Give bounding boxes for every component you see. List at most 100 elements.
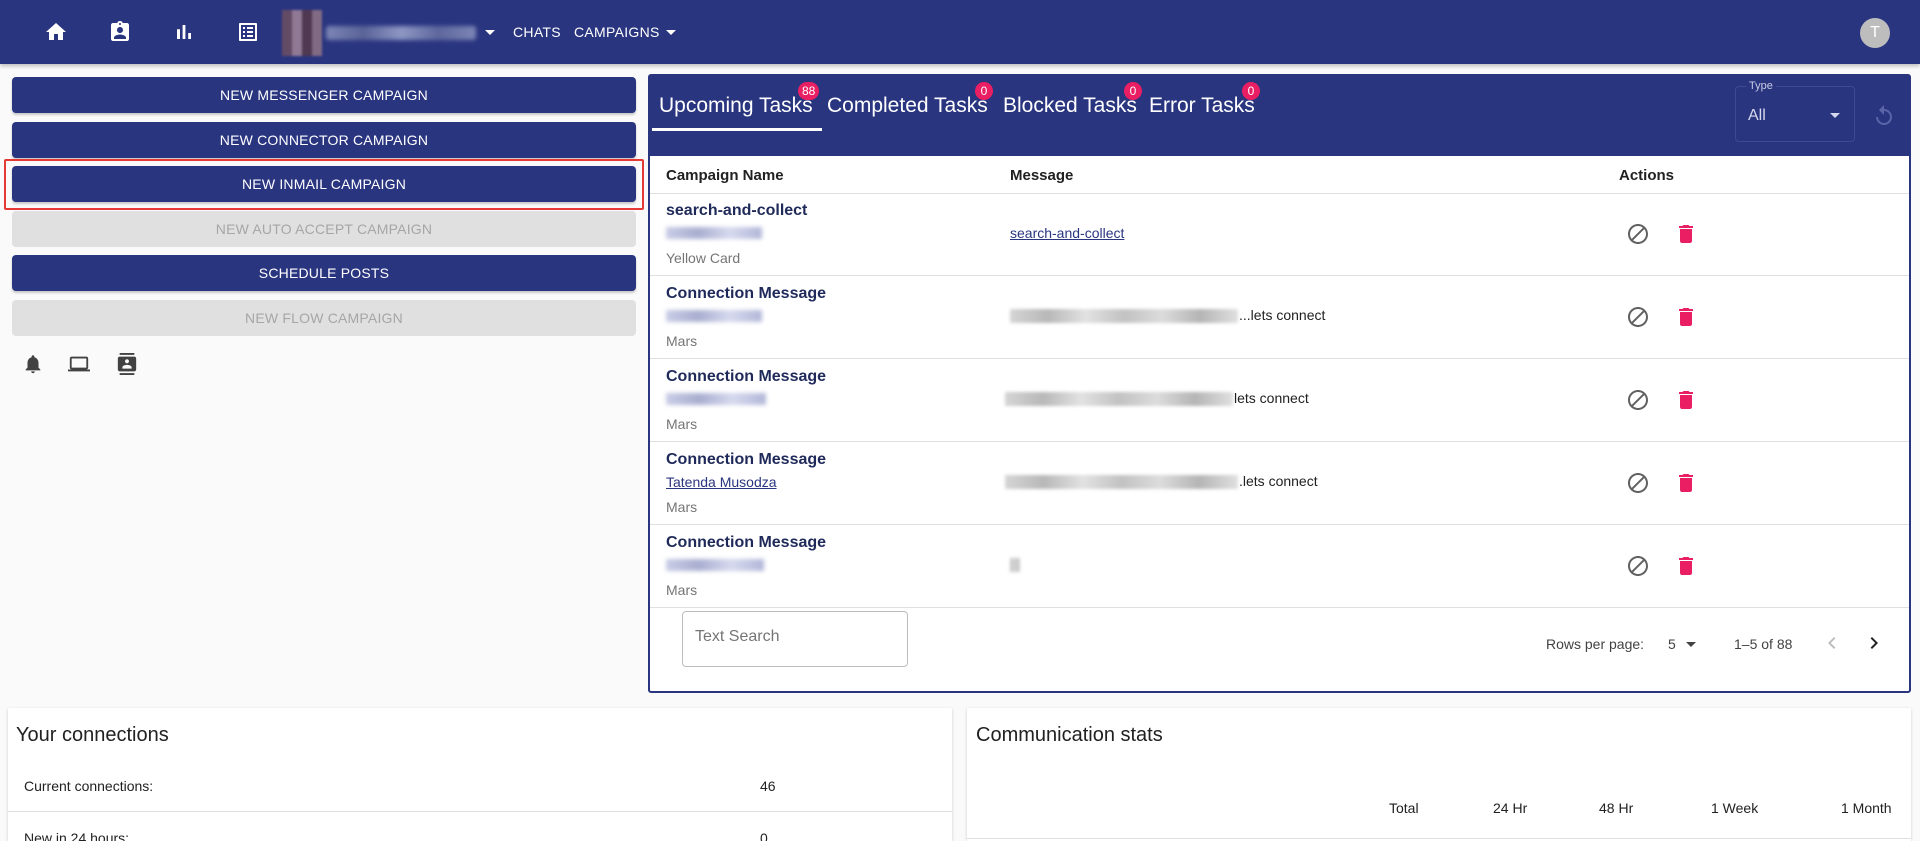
tasks-header: Upcoming Tasks 88 Completed Tasks 0 Bloc…	[650, 76, 1909, 156]
top-navbar: CHATS CAMPAIGNS T	[0, 0, 1920, 64]
stats-header-total: Total	[1389, 800, 1419, 816]
table-row: Connection Message Mars	[650, 526, 1909, 608]
new-messenger-campaign-button[interactable]: NEW MESSENGER CAMPAIGN	[12, 77, 636, 113]
laptop-icon[interactable]	[66, 352, 92, 376]
list-item: Current connections: 46	[8, 760, 952, 812]
campaign-name: Connection Message	[666, 285, 827, 302]
text-search-field[interactable]	[682, 611, 908, 667]
tab-completed-tasks[interactable]: Completed Tasks	[827, 94, 988, 118]
user-avatar[interactable]: T	[1860, 18, 1890, 48]
connections-title: Your connections	[16, 724, 169, 746]
refresh-icon[interactable]	[1872, 104, 1896, 128]
table-header: Campaign Name Message Actions	[650, 156, 1909, 194]
delete-icon[interactable]	[1674, 222, 1698, 246]
stats-header-1month: 1 Month	[1841, 800, 1892, 816]
table-row: search-and-collect Yellow Card search-an…	[650, 194, 1909, 276]
campaign-sub: Mars	[666, 416, 698, 432]
campaign-name: search-and-collect	[666, 202, 808, 219]
tab-blocked-tasks[interactable]: Blocked Tasks	[1003, 94, 1137, 118]
rows-per-page-select[interactable]: 5	[1668, 636, 1676, 652]
campaign-name: Connection Message	[666, 368, 827, 385]
redacted-message	[1010, 309, 1238, 323]
new-inmail-campaign-button[interactable]: NEW INMAIL CAMPAIGN	[12, 166, 636, 202]
message-link[interactable]: search-and-collect	[1010, 225, 1124, 241]
chevron-right-icon[interactable]	[1862, 631, 1886, 655]
contact-card-icon[interactable]	[114, 352, 140, 376]
tab-upcoming-tasks[interactable]: Upcoming Tasks	[659, 94, 813, 118]
bar-chart-icon[interactable]	[170, 18, 198, 46]
home-icon[interactable]	[42, 18, 70, 46]
rows-per-page-label: Rows per page:	[1546, 636, 1645, 652]
account-switcher[interactable]	[282, 10, 482, 56]
redacted-person	[666, 310, 762, 322]
block-icon[interactable]	[1626, 554, 1650, 578]
new-connector-campaign-button[interactable]: NEW CONNECTOR CAMPAIGN	[12, 122, 636, 158]
message-text: .lets connect	[1239, 473, 1318, 489]
block-icon[interactable]	[1626, 388, 1650, 412]
block-icon[interactable]	[1626, 305, 1650, 329]
delete-icon[interactable]	[1674, 388, 1698, 412]
campaign-sub: Mars	[666, 333, 698, 349]
error-count-badge: 0	[1242, 82, 1260, 100]
block-icon[interactable]	[1626, 222, 1650, 246]
rows-per-page-caret-icon[interactable]	[1686, 642, 1696, 647]
stats-title: Communication stats	[976, 724, 1163, 746]
connections-value: 0	[760, 830, 768, 841]
upcoming-count-badge: 88	[798, 82, 820, 100]
delete-icon[interactable]	[1674, 554, 1698, 578]
contacts-icon[interactable]	[106, 18, 134, 46]
delete-icon[interactable]	[1674, 471, 1698, 495]
list-item: New in 24 hours: 0	[8, 812, 952, 841]
column-actions: Actions	[1619, 167, 1675, 184]
chevron-left-icon	[1820, 631, 1844, 655]
campaign-sub: Mars	[666, 582, 698, 598]
connections-label: New in 24 hours:	[24, 830, 130, 841]
blocked-count-badge: 0	[1124, 82, 1142, 100]
message-text: ...lets connect	[1239, 307, 1326, 323]
tab-error-tasks[interactable]: Error Tasks	[1149, 94, 1255, 118]
table-row: Connection Message Mars ...lets connect	[650, 277, 1909, 359]
type-filter-value: All	[1748, 107, 1766, 124]
block-icon[interactable]	[1626, 471, 1650, 495]
new-auto-accept-campaign-button: NEW AUTO ACCEPT CAMPAIGN	[12, 211, 636, 247]
new-flow-campaign-button: NEW FLOW CAMPAIGN	[12, 300, 636, 336]
table-row: Connection Message Mars lets connect	[650, 360, 1909, 442]
redacted-message	[1005, 392, 1233, 406]
active-tab-indicator	[652, 128, 822, 131]
campaign-name: Connection Message	[666, 451, 827, 468]
account-name	[326, 26, 476, 40]
person-link[interactable]: Tatenda Musodza	[666, 474, 777, 490]
redacted-message	[1010, 558, 1020, 572]
nav-chats[interactable]: CHATS	[513, 24, 561, 40]
redacted-person	[666, 559, 764, 571]
bell-icon[interactable]	[20, 352, 46, 376]
stats-divider	[967, 838, 1911, 839]
nav-campaigns[interactable]: CAMPAIGNS	[574, 24, 660, 40]
stats-header-48hr: 48 Hr	[1599, 800, 1634, 816]
account-avatar	[282, 10, 322, 56]
account-caret-icon[interactable]	[485, 30, 495, 35]
stats-header-24hr: 24 Hr	[1493, 800, 1528, 816]
type-filter-label: Type	[1746, 80, 1776, 92]
redacted-person	[666, 227, 762, 239]
column-message: Message	[1010, 167, 1074, 184]
list-icon[interactable]	[234, 18, 262, 46]
text-search-input[interactable]	[695, 628, 895, 646]
stats-header-1week: 1 Week	[1711, 800, 1759, 816]
campaigns-caret-icon[interactable]	[666, 30, 676, 35]
campaign-sub: Yellow Card	[666, 250, 741, 266]
table-row: Connection Message Tatenda Musodza Mars …	[650, 443, 1909, 525]
completed-count-badge: 0	[975, 82, 993, 100]
connections-label: Current connections:	[24, 778, 154, 794]
connections-value: 46	[760, 778, 776, 794]
schedule-posts-button[interactable]: SCHEDULE POSTS	[12, 255, 636, 291]
delete-icon[interactable]	[1674, 305, 1698, 329]
redacted-person	[666, 393, 766, 405]
communication-stats-card: Communication stats Total 24 Hr 48 Hr 1 …	[967, 708, 1911, 841]
column-campaign-name: Campaign Name	[666, 167, 784, 184]
pagination-range: 1–5 of 88	[1734, 636, 1793, 652]
chevron-down-icon	[1830, 113, 1840, 118]
tasks-panel: Upcoming Tasks 88 Completed Tasks 0 Bloc…	[648, 74, 1911, 693]
type-filter-select[interactable]: Type All	[1735, 80, 1855, 142]
campaign-sub: Mars	[666, 499, 698, 515]
